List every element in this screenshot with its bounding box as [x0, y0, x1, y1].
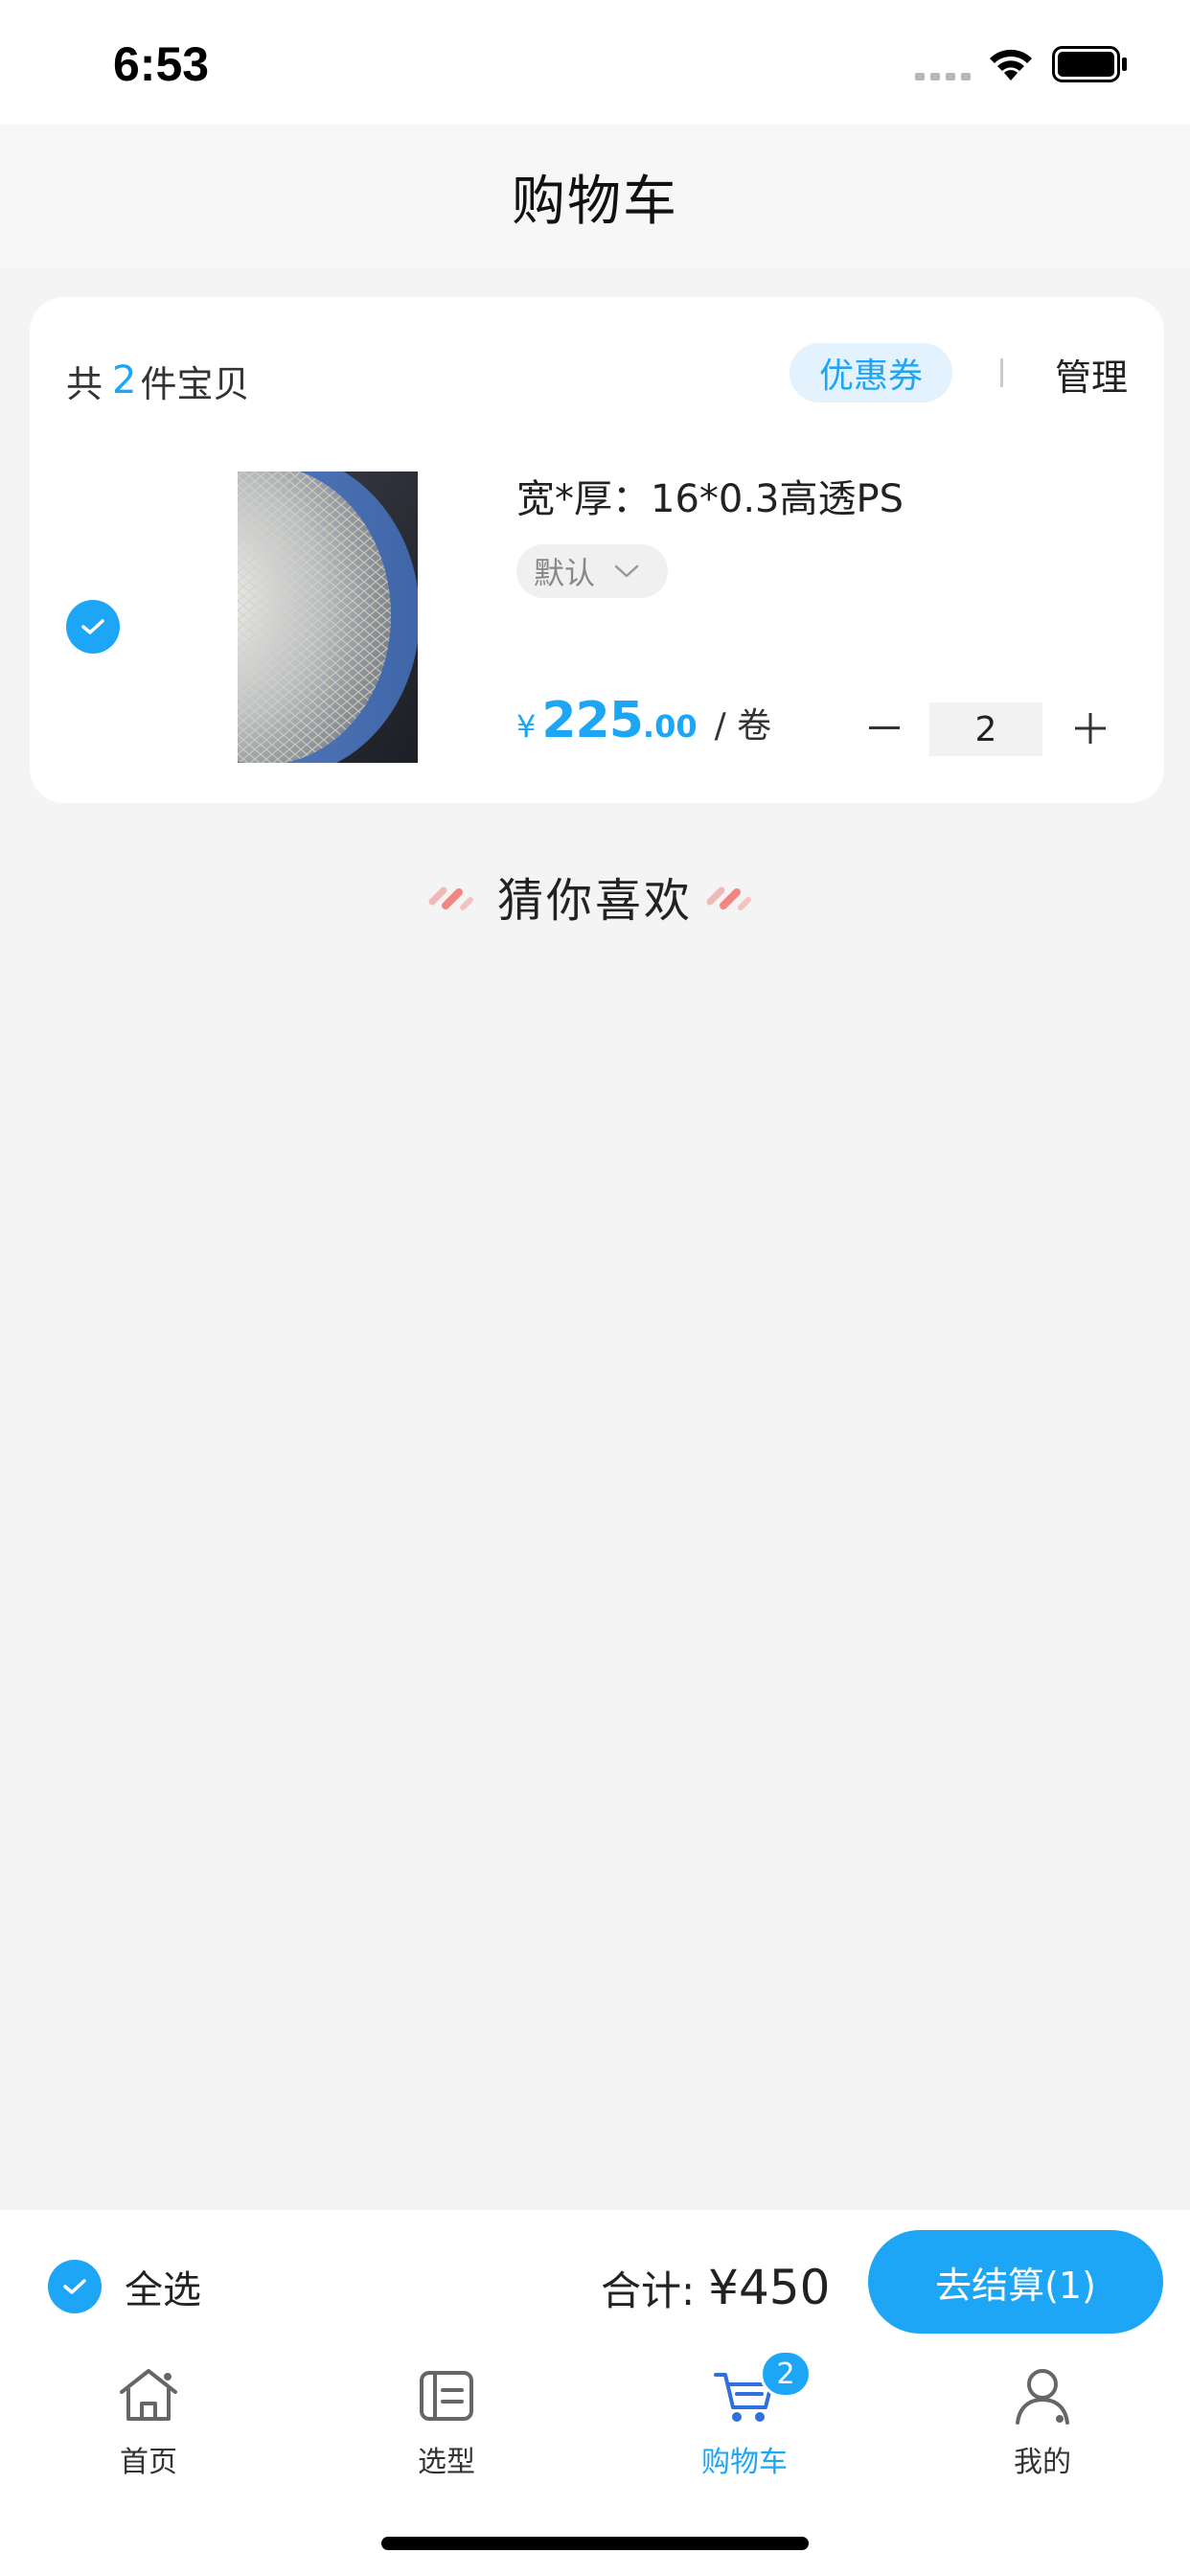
quantity-decrease-button[interactable] — [856, 700, 913, 757]
checkout-bar: 全选 合计: ¥450 去结算(1) — [0, 2210, 1190, 2354]
chevron-down-icon — [614, 564, 639, 578]
quantity-input[interactable]: 2 — [929, 702, 1042, 756]
selection-icon — [420, 2371, 473, 2421]
page-title: 购物车 — [512, 170, 678, 233]
home-indicator — [381, 2537, 809, 2550]
cart-count: 共 2 件宝贝 — [66, 347, 249, 414]
variant-value: 默认 — [534, 555, 596, 591]
product-image[interactable] — [238, 472, 418, 763]
header-divider — [1000, 358, 1003, 387]
recommendation-title: 猜你喜欢 — [496, 874, 693, 928]
price-decimal: .00 — [642, 708, 698, 745]
cart-count-suffix: 件宝贝 — [140, 362, 250, 405]
select-all-checkbox[interactable] — [48, 2260, 102, 2313]
tab-label: 首页 — [120, 2446, 177, 2479]
checkout-button[interactable]: 去结算(1) — [868, 2230, 1163, 2334]
profile-icon — [1016, 2369, 1069, 2425]
tab-home[interactable]: 首页 — [53, 2363, 244, 2497]
select-all-label: 全选 — [125, 2268, 201, 2312]
cart-badge: 2 — [760, 2350, 812, 2398]
price-integer: 225 — [541, 692, 644, 749]
item-price: ¥ 225 .00 / 卷 — [516, 692, 771, 759]
decoration-stroke-icon — [428, 886, 473, 910]
total-label: 合计: — [601, 2266, 696, 2314]
wifi-icon — [990, 49, 1032, 80]
checkmark-icon — [81, 619, 104, 634]
plus-icon — [1075, 713, 1106, 744]
cellular-signal-icon — [915, 73, 971, 80]
tab-label: 购物车 — [701, 2446, 788, 2479]
minus-icon — [869, 726, 900, 729]
coupon-button[interactable]: 优惠券 — [790, 343, 952, 402]
select-all-toggle[interactable]: 全选 — [48, 2258, 201, 2315]
tab-cart[interactable]: 2 购物车 — [649, 2350, 840, 2497]
cart-card: 共 2 件宝贝 优惠券 管理 宽*厚：16*0.3高透PS 默认 ¥ 225 .… — [30, 297, 1164, 803]
status-time: 6:53 — [113, 37, 210, 91]
item-checkbox[interactable] — [66, 600, 120, 654]
variant-select[interactable]: 默认 — [516, 544, 668, 598]
cart-count-prefix: 共 — [66, 362, 103, 405]
home-icon — [120, 2369, 177, 2421]
tab-label: 我的 — [1014, 2446, 1071, 2479]
nav-header: 购物车 — [0, 125, 1190, 268]
status-bar: 6:53 — [0, 0, 1190, 125]
decoration-stroke-icon — [706, 886, 751, 910]
price-unit: / 卷 — [714, 706, 772, 746]
tab-profile[interactable]: 我的 — [947, 2363, 1138, 2497]
tab-label: 选型 — [418, 2446, 475, 2479]
cart-count-number: 2 — [112, 358, 137, 402]
price-currency: ¥ — [516, 708, 537, 745]
product-photo — [238, 472, 418, 763]
product-title[interactable]: 宽*厚：16*0.3高透PS — [516, 468, 904, 523]
battery-icon — [1052, 46, 1127, 82]
total-price: 合计: ¥450 — [601, 2254, 830, 2321]
quantity-increase-button[interactable] — [1062, 700, 1119, 757]
total-amount: ¥450 — [708, 2260, 831, 2315]
recommendation-header: 猜你喜欢 — [0, 853, 1190, 939]
manage-button[interactable]: 管理 — [1055, 345, 1128, 402]
cart-icon-wrapper: 2 — [712, 2350, 812, 2428]
tab-bar: 首页 选型 2 购物车 我的 — [0, 2350, 1190, 2576]
checkmark-icon — [63, 2279, 86, 2294]
tab-selection[interactable]: 选型 — [351, 2363, 542, 2497]
